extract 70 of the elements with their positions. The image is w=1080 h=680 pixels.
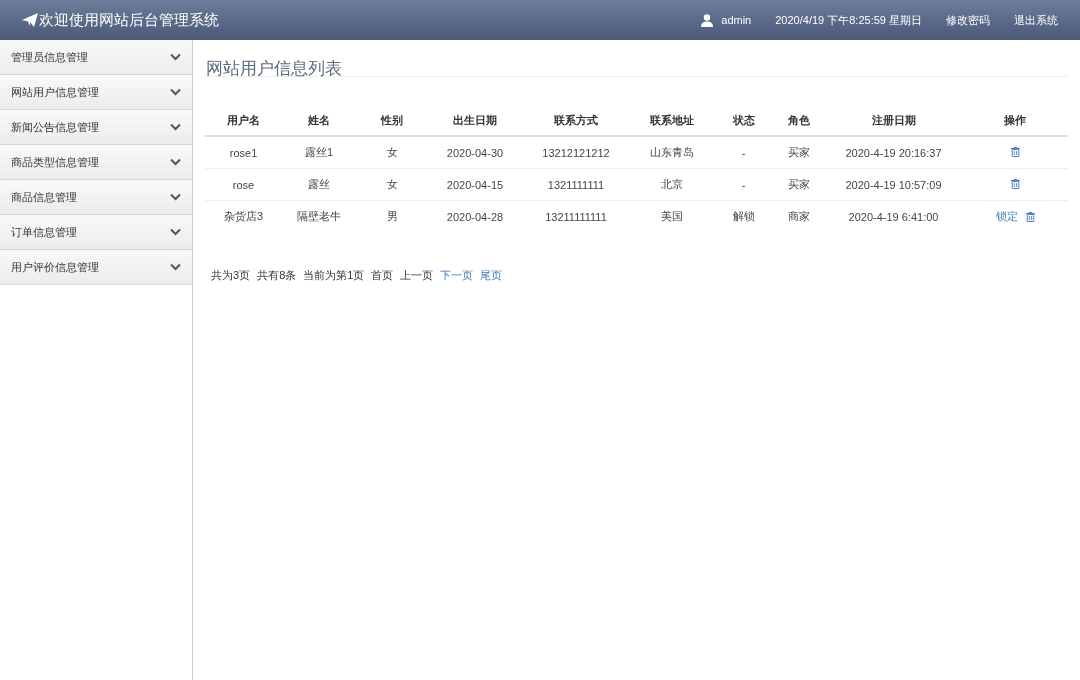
column-header: 姓名 — [282, 105, 356, 136]
column-header: 用户名 — [205, 105, 282, 136]
table-cell: 2020-04-28 — [428, 200, 522, 232]
chevron-icon — [170, 88, 181, 96]
sidebar-item[interactable]: 商品类型信息管理 — [0, 145, 192, 180]
trash-icon[interactable] — [1010, 146, 1020, 157]
table-cell: 女 — [356, 136, 428, 169]
column-header: 性别 — [356, 105, 428, 136]
table-cell: 杂货店3 — [205, 200, 282, 232]
table-cell: rose — [205, 168, 282, 201]
table-cell: 13212121212 — [522, 136, 630, 169]
user-icon — [701, 13, 714, 27]
sidebar-item[interactable]: 管理员信息管理 — [0, 40, 192, 75]
trash-icon[interactable] — [1025, 211, 1035, 222]
chevron-icon — [170, 228, 181, 236]
chevron-icon — [170, 193, 181, 201]
table-cell: 2020-4-19 10:57:09 — [825, 168, 962, 201]
username: admin — [721, 14, 752, 26]
sidebar-item[interactable]: 用户评价信息管理 — [0, 250, 192, 285]
table-cell: 2020-4-19 20:16:37 — [825, 136, 962, 169]
table-cell: 买家 — [773, 136, 825, 169]
header-link[interactable]: 退出系统 — [1014, 12, 1058, 28]
table-cell: 买家 — [773, 168, 825, 201]
pagination-text: 上一页 — [400, 268, 434, 283]
date-time: 2020/4/19 下午8:25:59 星期日 — [775, 12, 922, 28]
page-title: 网站用户信息列表 — [205, 40, 1068, 77]
lock-link[interactable]: 锁定 — [995, 209, 1018, 224]
table-cell: 男 — [356, 200, 428, 232]
app-title: 欢迎使用网站后台管理系统 — [39, 10, 219, 30]
table-cell: 2020-04-15 — [428, 168, 522, 201]
chevron-icon — [170, 263, 181, 271]
table-cell: 解锁 — [714, 200, 773, 232]
trash-icon[interactable] — [1010, 178, 1020, 189]
column-header: 状态 — [714, 105, 773, 136]
column-header: 联系地址 — [630, 105, 714, 136]
sidebar-item[interactable]: 订单信息管理 — [0, 215, 192, 250]
sidebar-item[interactable]: 商品信息管理 — [0, 180, 192, 215]
header-link[interactable]: 修改密码 — [946, 12, 990, 28]
column-header: 出生日期 — [428, 105, 522, 136]
column-header: 联系方式 — [522, 105, 630, 136]
table-cell: 隔壁老牛 — [282, 200, 356, 232]
column-header: 操作 — [962, 105, 1068, 136]
table-cell: - — [714, 136, 773, 169]
table-cell: 女 — [356, 168, 428, 201]
table-cell: 2020-4-19 6:41:00 — [825, 200, 962, 232]
pagination-text: 当前为第1页 — [303, 268, 365, 283]
table-cell: 13211111111 — [522, 200, 630, 232]
pagination-link[interactable]: 下一页 — [440, 268, 474, 283]
table-cell: 露丝1 — [282, 136, 356, 169]
table-cell: 商家 — [773, 200, 825, 232]
chevron-icon — [170, 53, 181, 61]
table-cell: 北京 — [630, 168, 714, 201]
table-cell: 美国 — [630, 200, 714, 232]
table-cell: - — [714, 168, 773, 201]
pagination-text: 共为3页 — [211, 268, 251, 283]
table-cell: 山东青岛 — [630, 136, 714, 169]
table-cell: rose1 — [205, 136, 282, 169]
pagination-text: 首页 — [371, 268, 394, 283]
table-cell: 1321111111 — [522, 168, 630, 201]
column-header: 角色 — [773, 105, 825, 136]
chevron-icon — [170, 123, 181, 131]
sidebar-item[interactable]: 新闻公告信息管理 — [0, 110, 192, 145]
paper-plane-icon — [22, 13, 38, 27]
pagination-link[interactable]: 尾页 — [480, 268, 503, 283]
pagination-text: 共有8条 — [257, 268, 297, 283]
column-header: 注册日期 — [825, 105, 962, 136]
table-cell: 2020-04-30 — [428, 136, 522, 169]
chevron-icon — [170, 158, 181, 166]
table-cell: 露丝 — [282, 168, 356, 201]
sidebar-item[interactable]: 网站用户信息管理 — [0, 75, 192, 110]
